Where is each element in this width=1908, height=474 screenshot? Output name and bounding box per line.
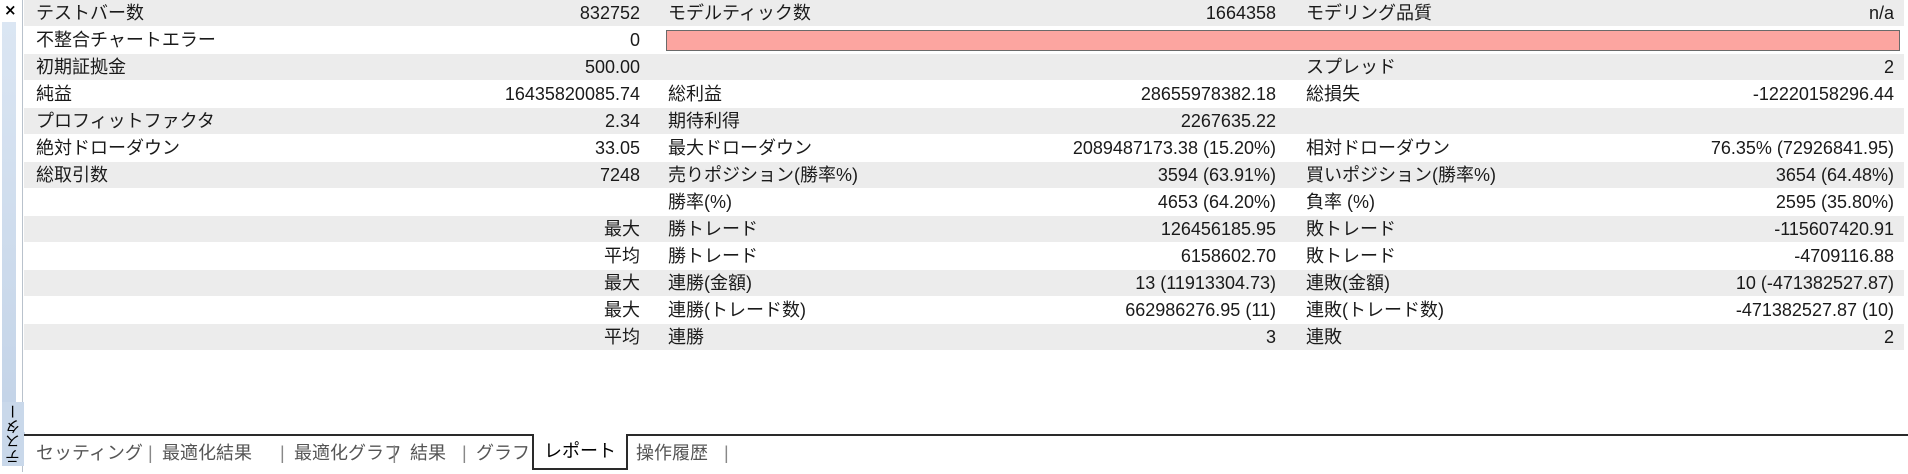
report-row: 初期証拠金 500.00 スプレッド 2 <box>24 54 1904 81</box>
metric-value: 2267635.22 <box>1180 111 1276 131</box>
tab-graph[interactable]: グラフ <box>476 436 530 470</box>
tab-results[interactable]: 結果 <box>410 436 446 470</box>
report-row: テストバー数 832752 モデルティック数 1664358 モデリング品質 n/a <box>24 0 1904 27</box>
report-row: 勝率(%) 4653 (64.20%) 負率 (%) 2595 (35.80%) <box>24 189 1904 216</box>
metric-value: 3 <box>1265 327 1276 347</box>
metric-value: 3654 (64.48%) <box>1775 165 1894 185</box>
report-row: 最大 勝トレード 126456185.95 敗トレード -115607420.91 <box>24 216 1904 243</box>
metric-value: 33.05 <box>594 138 640 158</box>
metric-value: 平均 <box>604 246 640 266</box>
tab-settings[interactable]: セッティング <box>36 436 143 470</box>
tab-separator: | <box>392 443 397 463</box>
tester-tab-bar: セッティング | 最適化結果 | 最適化グラフ | 結果 | グラフ レポート … <box>24 434 1908 474</box>
tab-separator: | <box>462 443 467 463</box>
tab-separator: | <box>724 443 729 463</box>
report-row: プロフィットファクタ 2.34 期待利得 2267635.22 <box>24 108 1904 135</box>
tab-report[interactable]: レポート <box>532 434 628 470</box>
metric-value: 10 (-471382527.87) <box>1735 273 1894 293</box>
metric-value <box>1524 108 1894 134</box>
panel-title: テスター <box>2 402 25 466</box>
tab-journal[interactable]: 操作履歴 <box>636 436 708 470</box>
metric-value: 1664358 <box>1205 3 1276 23</box>
metric-value <box>324 189 640 215</box>
metric-value: 832752 <box>579 3 640 23</box>
metric-value: -4709116.88 <box>1794 246 1894 266</box>
metric-value: -12220158296.44 <box>1752 84 1894 104</box>
report-row: 不整合チャートエラー 0 <box>24 27 1904 54</box>
metric-value: 2089487173.38 (15.20%) <box>1072 138 1276 158</box>
tab-separator: | <box>148 443 153 463</box>
metric-value: 平均 <box>604 327 640 347</box>
tester-side-panel: × テスター <box>0 0 25 472</box>
metric-value: 6158602.70 <box>1180 246 1276 266</box>
metric-value: 13 (11913304.73) <box>1135 273 1276 293</box>
metric-value: 76.35% (72926841.95) <box>1710 138 1894 158</box>
report-table: テストバー数 832752 モデルティック数 1664358 モデリング品質 n/a 不整合… <box>24 0 1904 432</box>
metric-value: -115607420.91 <box>1774 219 1894 239</box>
tab-separator: | <box>280 443 285 463</box>
report-row: 平均 勝トレード 6158602.70 敗トレード -4709116.88 <box>24 243 1904 270</box>
mismatch-error-bar <box>666 30 1900 51</box>
metric-value: 4653 (64.20%) <box>1157 192 1276 212</box>
tab-optimization-graph[interactable]: 最適化グラフ <box>294 436 402 470</box>
metric-value: n/a <box>1868 3 1894 23</box>
report-row: 総取引数 7248 売りポジション(勝率%) 3594 (63.91%) 買いポジション… <box>24 162 1904 189</box>
report-row: 最大 連勝(金額) 13 (11913304.73) 連敗(金額) 10 (-47138… <box>24 270 1904 297</box>
metric-value: 2 <box>1883 57 1894 77</box>
metric-value: 最大 <box>604 219 640 239</box>
close-icon[interactable]: × <box>4 2 17 18</box>
metric-value: 2595 (35.80%) <box>1775 192 1894 212</box>
report-row: 平均 連勝 3 連敗 2 <box>24 324 1904 351</box>
panel-drag-strip[interactable] <box>2 22 16 402</box>
tab-optimization-results[interactable]: 最適化結果 <box>162 436 252 470</box>
metric-value: 7248 <box>599 165 640 185</box>
metric-value: 500.00 <box>584 57 640 77</box>
metric-value: 126456185.95 <box>1160 219 1276 239</box>
report-row: 絶対ドローダウン 33.05 最大ドローダウン 2089487173.38 (15.2… <box>24 135 1904 162</box>
metric-value: 0 <box>629 30 640 50</box>
metric-value: 662986276.95 (11) <box>1125 300 1276 320</box>
metric-value: 最大 <box>604 300 640 320</box>
report-row: 純益 16435820085.74 総利益 28655978382.18 総損失 -122… <box>24 81 1904 108</box>
metric-value <box>924 54 1276 80</box>
metric-value: 28655978382.18 <box>1140 84 1276 104</box>
metric-value: 3594 (63.91%) <box>1157 165 1276 185</box>
metric-value: 2 <box>1883 327 1894 347</box>
metric-value: 16435820085.74 <box>504 84 640 104</box>
report-row: 最大 連勝(トレード数) 662986276.95 (11) 連敗(トレード数) -47… <box>24 297 1904 324</box>
metric-value: 最大 <box>604 273 640 293</box>
metric-value: -471382527.87 (10) <box>1735 300 1894 320</box>
metric-value: 2.34 <box>604 111 640 131</box>
